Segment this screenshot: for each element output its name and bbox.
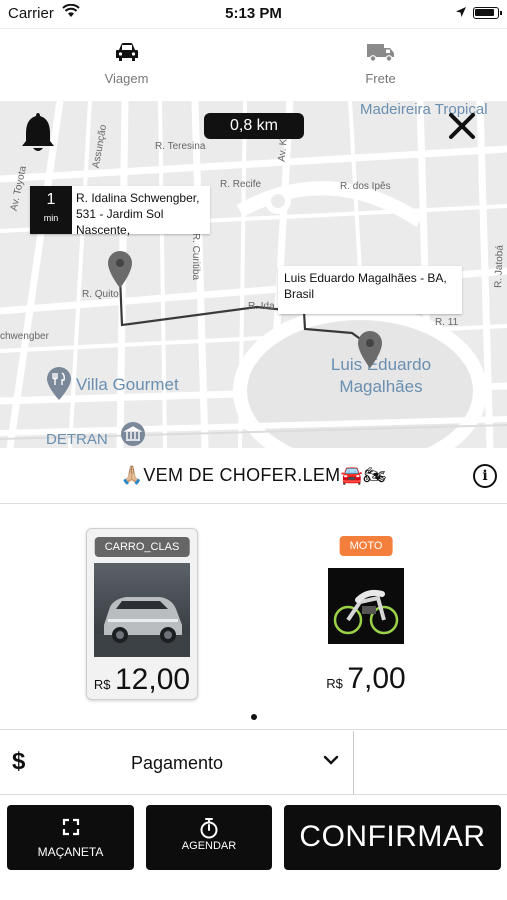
destination-pin-icon: [358, 331, 382, 368]
street-label: R. dos Ipês: [340, 181, 391, 192]
eta-value: 1: [46, 191, 56, 208]
vehicle-badge: MOTO: [339, 536, 393, 556]
vehicle-card-carro[interactable]: CARRO_CLAS R$ 12,00: [86, 528, 198, 700]
location-arrow-icon: [456, 7, 466, 17]
motorcycle-photo: [328, 568, 404, 644]
street-label: R. Recife: [220, 179, 262, 190]
street-label: R. Quito: [82, 289, 119, 300]
stopwatch-icon: [200, 818, 218, 839]
mode-tabs: Viagem Frete: [0, 28, 507, 130]
eta-unit: min: [43, 213, 59, 223]
eta-box: 1 min: [30, 186, 72, 234]
service-header: 🙏🏼VEM DE CHOFER.LEM🚘🏍 i: [0, 448, 507, 504]
street-label: R. Teresina: [155, 141, 206, 152]
truck-icon: [366, 44, 394, 62]
currency-label: R$: [326, 676, 343, 691]
payment-selector[interactable]: $ Pagamento: [0, 731, 354, 795]
destination-address: Luis Eduardo Magalhães - BA, Brasil: [284, 271, 447, 301]
page-indicator: [251, 714, 257, 720]
vehicle-badge: CARRO_CLAS: [94, 537, 190, 557]
status-bar: Carrier 5:13 PM: [0, 0, 507, 28]
street-label: chwengber: [0, 331, 49, 342]
door-handle-button[interactable]: MAÇANETA: [7, 805, 134, 870]
currency-label: R$: [93, 677, 111, 692]
vehicle-price: R$ 12,00: [87, 663, 197, 697]
price-value: 12,00: [115, 663, 191, 696]
tab-viagem[interactable]: Viagem: [0, 29, 253, 102]
restaurant-pin-icon: [47, 367, 71, 400]
confirm-button[interactable]: CONFIRMAR: [284, 805, 501, 870]
payment-row: $ Pagamento: [0, 731, 507, 795]
clock: 5:13 PM: [225, 5, 282, 22]
origin-pin-icon: [108, 251, 132, 288]
street-label: R. 11: [435, 317, 459, 328]
street-label: R. Jatobá: [493, 244, 506, 289]
destination-callout: Luis Eduardo Magalhães - BA, Brasil: [278, 266, 462, 314]
origin-callout: 1 min R. Idalina Schwengber, 531 - Jardi…: [30, 186, 210, 237]
bell-icon[interactable]: [20, 111, 56, 153]
tab-viagem-label: Viagem: [104, 71, 149, 86]
origin-address: R. Idalina Schwengber, 531 - Jardim Sol …: [76, 191, 200, 237]
chevron-down-icon: [323, 755, 339, 765]
tab-frete-label: Frete: [365, 71, 396, 86]
confirm-label: CONFIRMAR: [299, 820, 486, 853]
government-pin-icon: [121, 422, 145, 446]
schedule-label: AGENDAR: [181, 840, 237, 852]
tab-frete[interactable]: Frete: [254, 29, 507, 102]
vehicle-card-moto[interactable]: MOTO R$ 7,00: [310, 528, 422, 700]
route-map[interactable]: R. Teresina R. Recife R. dos Ipês R. Qui…: [0, 101, 507, 448]
price-value: 7,00: [347, 662, 406, 695]
expand-icon: [62, 818, 79, 836]
battery-icon: [473, 7, 502, 19]
street-label: R. Ida: [248, 301, 275, 312]
schedule-button[interactable]: AGENDAR: [146, 805, 272, 870]
door-handle-label: MAÇANETA: [37, 845, 104, 859]
place-label: DETRAN: [46, 431, 108, 448]
street-label: R. Curitiba: [190, 232, 202, 281]
car-icon: [115, 43, 138, 61]
info-icon[interactable]: i: [473, 464, 497, 488]
close-icon[interactable]: [447, 111, 477, 141]
place-label: Villa Gourmet: [76, 375, 179, 394]
vehicle-price: R$ 7,00: [310, 662, 422, 696]
distance-badge: 0,8 km: [204, 113, 304, 139]
service-title: 🙏🏼VEM DE CHOFER.LEM🚘🏍: [120, 465, 387, 485]
vehicle-options: CARRO_CLAS R$ 12,00 MOTO R$ 7,00: [0, 504, 507, 730]
car-photo: [94, 563, 190, 657]
payment-label: Pagamento: [130, 753, 224, 773]
